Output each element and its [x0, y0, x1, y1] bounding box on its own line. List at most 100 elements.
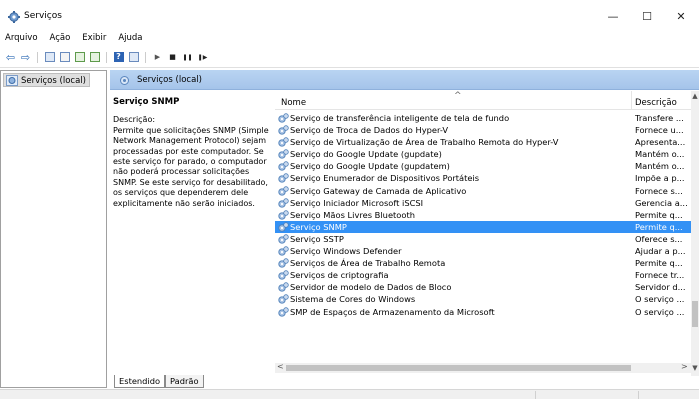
service-name: Serviço de Troca de Dados do Hyper-V	[290, 125, 449, 136]
service-description: Fornece s...	[635, 185, 683, 196]
forward-icon[interactable]: ⇨	[19, 51, 32, 64]
services-gear-icon	[6, 75, 18, 86]
service-description: Servidor d...	[635, 282, 686, 293]
status-bar	[0, 389, 699, 399]
toolbar-separator	[37, 51, 38, 63]
panel-header: Serviços (local)	[110, 70, 699, 90]
service-gear-icon	[278, 161, 289, 172]
service-gear-icon	[278, 282, 289, 292]
horizontal-scroll-thumb[interactable]	[286, 365, 631, 371]
view-icon[interactable]	[127, 51, 140, 63]
minimize-button[interactable]: —	[596, 4, 630, 28]
service-row[interactable]: Serviço Iniciador Microsoft iSCSI Gerenci…	[275, 197, 691, 209]
service-name: Serviço do Google Update (gupdatem)	[290, 161, 450, 172]
service-name: Serviço do Google Update (gupdate)	[290, 149, 442, 160]
scroll-right-icon[interactable]: >	[681, 362, 688, 371]
scroll-down-icon[interactable]: ▼	[691, 364, 699, 372]
service-description: Mantém o...	[635, 161, 685, 172]
service-gear-icon	[278, 149, 289, 159]
service-description: Permite q...	[635, 209, 683, 220]
close-button[interactable]: ✕	[664, 4, 698, 28]
service-gear-icon	[278, 113, 289, 123]
tab-padrao[interactable]: Padrão	[165, 375, 204, 388]
service-row[interactable]: Serviço Gateway de Camada de Aplicativo F…	[275, 185, 691, 197]
console-tree-icon[interactable]	[43, 51, 56, 63]
status-separator	[638, 391, 639, 399]
properties-icon[interactable]	[58, 51, 71, 63]
toolbar: ⇦ ⇨ ? ▶ ■ ❚❚ ❚▶	[0, 50, 699, 64]
services-gear-icon	[120, 76, 129, 85]
title-bar: Serviços — ☐ ✕	[0, 0, 699, 30]
pause-icon[interactable]: ❚❚	[181, 51, 194, 63]
services-gear-icon	[8, 11, 20, 23]
scroll-up-icon[interactable]: ▲	[691, 92, 699, 100]
column-header-description[interactable]: Descrição	[635, 98, 677, 108]
service-name: Sistema de Cores do Windows	[290, 294, 416, 305]
service-gear-icon	[278, 294, 289, 305]
service-description: Permite q...	[635, 258, 683, 269]
menu-ajuda[interactable]: Ajuda	[112, 31, 148, 45]
service-gear-icon	[278, 246, 289, 256]
menu-exibir[interactable]: Exibir	[76, 31, 112, 45]
service-row[interactable]: Serviço de Troca de Dados do Hyper-V Forn…	[275, 124, 691, 136]
menu-arquivo[interactable]: Arquivo	[0, 31, 44, 45]
service-name: Serviço Enumerador de Dispositivos Portá…	[290, 173, 480, 184]
maximize-button[interactable]: ☐	[630, 4, 664, 28]
tab-estendido[interactable]: Estendido	[114, 375, 166, 388]
restart-icon[interactable]: ❚▶	[196, 51, 209, 63]
service-gear-icon	[278, 210, 289, 220]
service-row[interactable]: Serviço Mãos Livres Bluetooth Permite q..…	[275, 209, 691, 221]
help-icon[interactable]: ?	[112, 51, 125, 63]
service-row[interactable]: Serviços de Área de Trabalho Remota Permi…	[275, 257, 691, 269]
toolbar-divider	[0, 67, 699, 68]
service-gear-icon	[278, 137, 289, 147]
vertical-scroll-thumb[interactable]	[692, 301, 698, 327]
service-row[interactable]: Serviço do Google Update (gupdate) Mantém…	[275, 148, 691, 160]
service-row[interactable]: Serviço do Google Update (gupdatem) Manté…	[275, 160, 691, 172]
service-description: Apresenta...	[635, 137, 686, 148]
service-description: Gerencia a...	[635, 197, 688, 208]
stop-icon[interactable]: ■	[166, 51, 179, 63]
service-name: Serviços de Área de Trabalho Remota	[290, 258, 446, 269]
service-row[interactable]: Serviço de Virtualização de Área de Trab…	[275, 136, 691, 148]
horizontal-scrollbar[interactable]: < >	[275, 362, 691, 373]
service-name: SMP de Espaços de Armazenamento da Micro…	[290, 306, 495, 317]
service-row[interactable]: Serviço Enumerador de Dispositivos Portá…	[275, 172, 691, 184]
service-gear-icon	[278, 234, 289, 244]
service-name: Serviço Mãos Livres Bluetooth	[290, 209, 415, 220]
menu-bar: Arquivo Ação Exibir Ajuda	[0, 31, 148, 45]
start-icon[interactable]: ▶	[151, 51, 164, 63]
column-header-name[interactable]: Nome	[281, 98, 306, 108]
service-name: Serviço Gateway de Camada de Aplicativo	[290, 185, 467, 196]
service-gear-icon	[278, 222, 289, 232]
service-row[interactable]: Servidor de modelo de Dados de Bloco Serv…	[275, 281, 691, 293]
service-row[interactable]: Serviço Windows Defender Ajudar a p...	[275, 245, 691, 257]
vertical-scrollbar[interactable]: ▲ ▼	[691, 91, 699, 376]
window-title: Serviços	[24, 11, 62, 21]
service-description: Ajudar a p...	[635, 246, 686, 257]
service-row[interactable]: Sistema de Cores do Windows O serviço ...	[275, 293, 691, 305]
back-icon[interactable]: ⇦	[4, 51, 17, 64]
tree-item-services-local[interactable]: Serviços (local)	[3, 73, 90, 87]
service-row[interactable]: Serviço SSTP Oferece s...	[275, 233, 691, 245]
sort-ascending-icon: ^	[454, 91, 462, 101]
service-gear-icon	[278, 270, 289, 280]
service-name: Serviço SNMP	[290, 221, 347, 232]
service-row[interactable]: SMP de Espaços de Armazenamento da Micro…	[275, 306, 691, 318]
export-icon[interactable]	[88, 51, 101, 63]
toolbar-separator	[106, 51, 107, 63]
toolbar-separator	[145, 51, 146, 63]
services-panel: Serviços (local) Serviço SNMP Descrição:…	[110, 70, 699, 388]
service-row[interactable]: Serviço de transferência inteligente de …	[275, 112, 691, 124]
refresh-icon[interactable]	[73, 51, 86, 63]
scroll-left-icon[interactable]: <	[277, 362, 284, 371]
service-description: Mantém o...	[635, 149, 685, 160]
service-name: Serviço Iniciador Microsoft iSCSI	[290, 197, 424, 208]
list-header: ^ Nome Descrição	[275, 91, 699, 110]
service-row[interactable]: Serviço SNMP Permite q...	[275, 220, 691, 233]
status-separator	[535, 391, 536, 399]
service-row[interactable]: Serviços de criptografia Fornece tr...	[275, 269, 691, 281]
menu-acao[interactable]: Ação	[44, 31, 77, 45]
column-separator[interactable]	[631, 91, 632, 110]
service-name: Serviço Windows Defender	[290, 246, 402, 257]
